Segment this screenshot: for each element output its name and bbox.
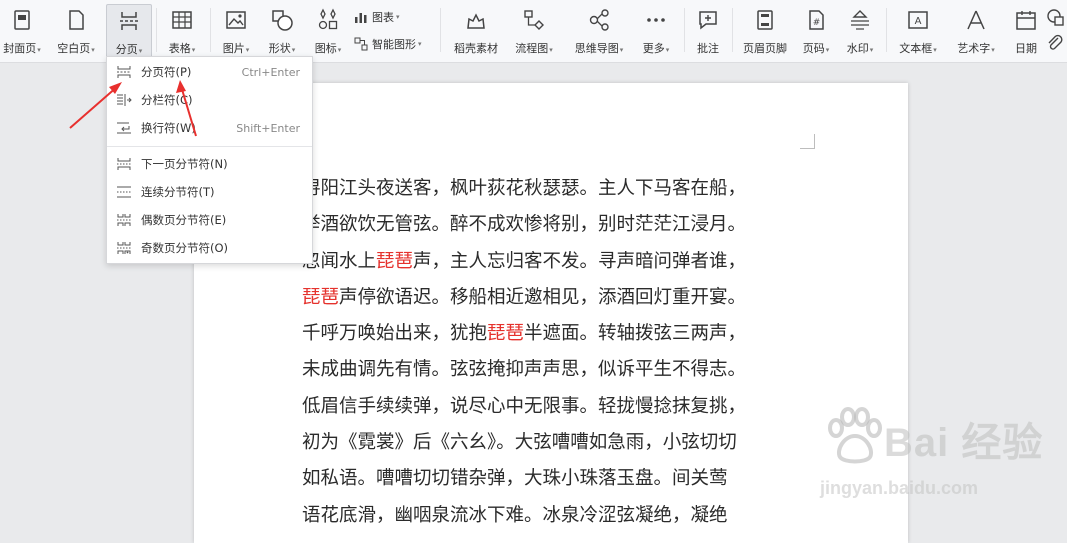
red-arrow-right <box>176 80 197 137</box>
baidu-jingyan-watermark: Bai 经验 jingyan.baidu.com <box>812 404 1062 516</box>
watermark-brand-text: Bai 经验 <box>884 421 1044 465</box>
watermark-url: jingyan.baidu.com <box>820 478 979 498</box>
baidu-paw-logo-icon <box>828 407 882 464</box>
red-arrow-left <box>69 82 122 129</box>
